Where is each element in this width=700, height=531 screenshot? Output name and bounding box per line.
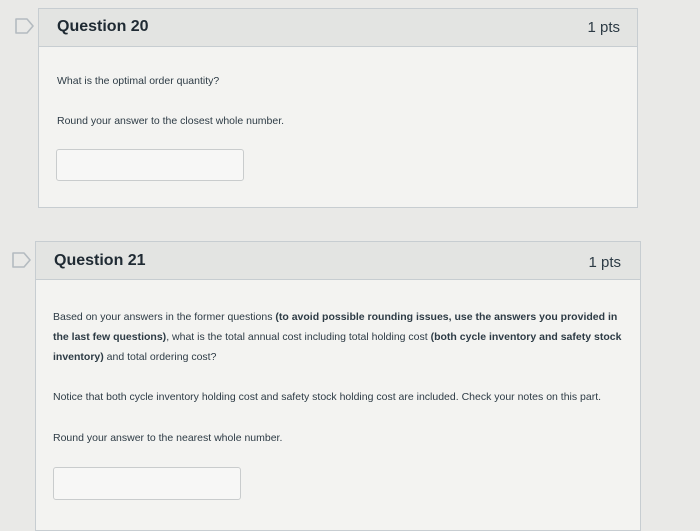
question-21-prompt-bold2: (both cycle inventory and safety stock [430,331,622,343]
question-20-points: 1 pts [587,19,620,36]
question-21-notice: Notice that both cycle inventory holding… [53,391,602,403]
question-21-header: Question 21 1 pts [36,242,640,280]
question-20-instruction: Round your answer to the closest whole n… [57,115,285,127]
flag-question-icon[interactable] [14,17,36,35]
question-20-title: Question 20 [57,18,149,35]
question-20-answer-input[interactable] [56,149,244,181]
question-21-points: 1 pts [588,254,621,271]
question-21-answer-input[interactable] [53,467,241,500]
question-21-prompt-bold2b: inventory) [53,351,104,363]
question-20-prompt: What is the optimal order quantity? [57,75,220,87]
question-21-title: Question 21 [54,252,146,269]
question-21-instruction: Round your answer to the nearest whole n… [53,432,283,444]
flag-question-icon[interactable] [11,251,33,269]
question-21-prompt-part3: and total ordering cost? [103,351,217,363]
question-21-prompt-part1: Based on your answers in the former ques… [53,311,276,323]
question-20-header: Question 20 1 pts [39,9,637,47]
question-21-card: Question 21 1 pts Based on your answers … [35,241,641,531]
question-21-prompt-part2: , what is the total annual cost includin… [166,331,431,343]
question-21-prompt: Based on your answers in the former ques… [53,307,628,367]
question-20-card: Question 20 1 pts What is the optimal or… [38,8,638,208]
